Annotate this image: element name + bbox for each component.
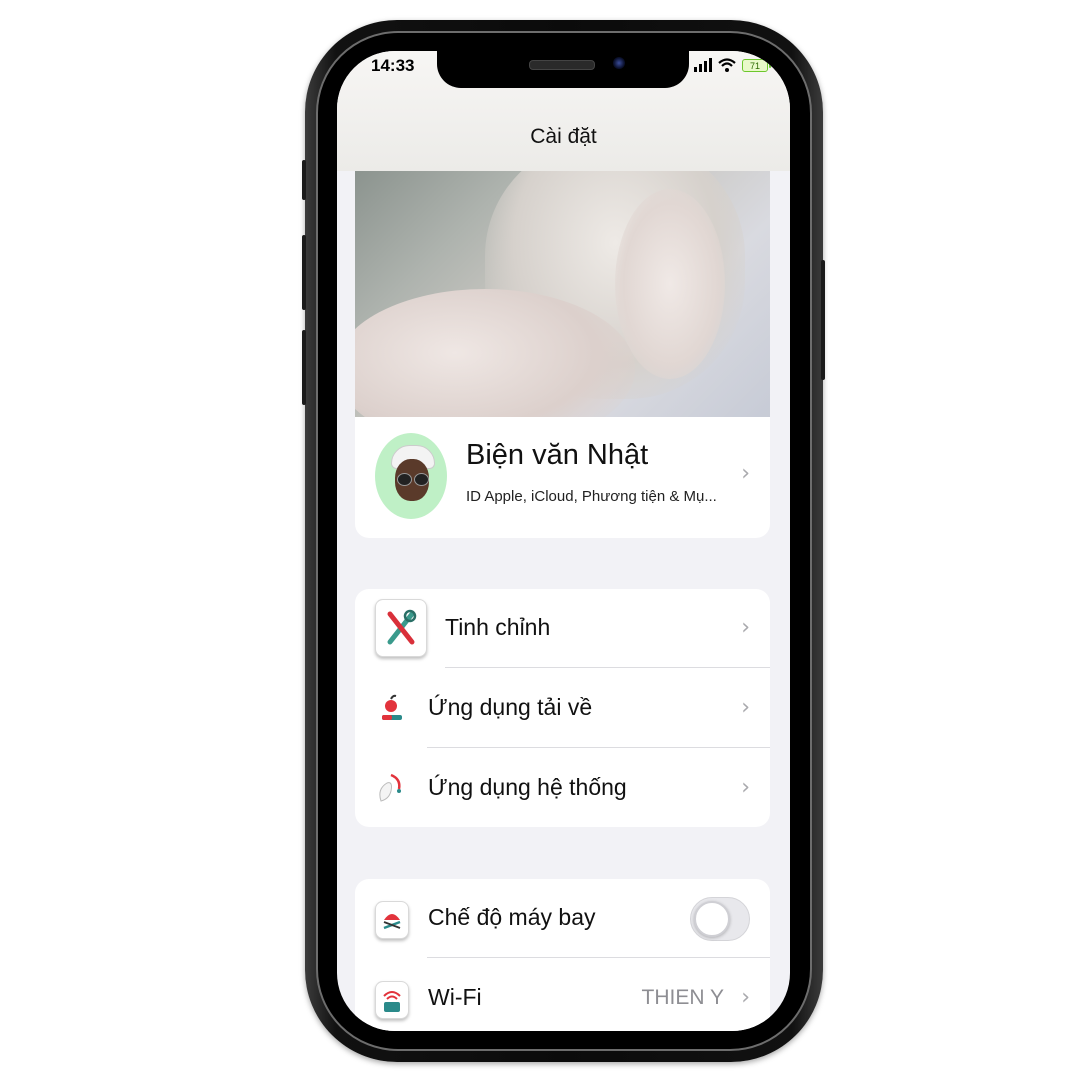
settings-row-label: Wi-Fi [428, 984, 482, 1010]
wifi-network-name: THIEN Y [641, 986, 724, 1009]
airplane-mode-icon [375, 901, 409, 939]
chevron-right-icon: › [741, 615, 750, 640]
settings-row-label: Chế độ máy bay [428, 904, 596, 930]
chevron-right-icon: › [741, 461, 750, 486]
screen: 14:33 Cài đặt 71 Biện văn Nhật ID Apple,… [337, 51, 790, 1031]
settings-row-label: Ứng dụng tải về [428, 694, 593, 720]
tools-icon [375, 599, 427, 657]
settings-row-label: Tinh chỉnh [445, 614, 551, 640]
volume-down-button [302, 330, 306, 405]
chevron-right-icon: › [741, 695, 750, 720]
apple-id-profile-row[interactable]: Biện văn Nhật ID Apple, iCloud, Phương t… [355, 417, 770, 538]
settings-row-label: Ứng dụng hệ thống [428, 774, 627, 800]
settings-row-wifi[interactable]: Wi-Fi THIEN Y › [355, 959, 770, 1031]
cellular-signal-icon [694, 58, 712, 72]
status-icons: 71 [694, 57, 771, 73]
mute-switch [302, 160, 306, 200]
profile-subtitle: ID Apple, iCloud, Phương tiện & Mụ... [466, 488, 717, 505]
notch [437, 51, 689, 88]
status-time: 14:33 [371, 56, 415, 75]
profile-name: Biện văn Nhật [466, 439, 649, 471]
page-title: Cài đặt [530, 125, 597, 148]
wifi-icon [718, 58, 736, 72]
settings-group-tweaks: Tinh chỉnh › Ứng dụng tải về › Ứng dụng … [355, 589, 770, 827]
speaker-grille [529, 60, 595, 70]
airplane-mode-toggle[interactable] [690, 897, 750, 941]
settings-row-tweaks[interactable]: Tinh chỉnh › [355, 589, 770, 668]
row-divider [427, 957, 770, 958]
wifi-settings-icon [375, 981, 409, 1019]
system-apps-icon [375, 771, 403, 802]
avatar [375, 433, 447, 519]
row-divider [445, 667, 770, 668]
volume-up-button [302, 235, 306, 310]
power-button [821, 260, 825, 380]
downloaded-apps-icon [379, 693, 407, 721]
profile-cover-image [355, 169, 770, 419]
row-divider [427, 747, 770, 748]
settings-row-system-apps[interactable]: Ứng dụng hệ thống › [355, 749, 770, 828]
battery-icon: 71 [742, 58, 771, 72]
settings-group-connectivity: Chế độ máy bay Wi-Fi THIEN Y › [355, 879, 770, 1031]
chevron-right-icon: › [741, 775, 750, 800]
front-camera [613, 57, 625, 69]
chevron-right-icon: › [741, 985, 750, 1010]
settings-row-airplane-mode[interactable]: Chế độ máy bay [355, 879, 770, 958]
toggle-knob [694, 901, 730, 937]
settings-row-downloaded-apps[interactable]: Ứng dụng tải về › [355, 669, 770, 748]
